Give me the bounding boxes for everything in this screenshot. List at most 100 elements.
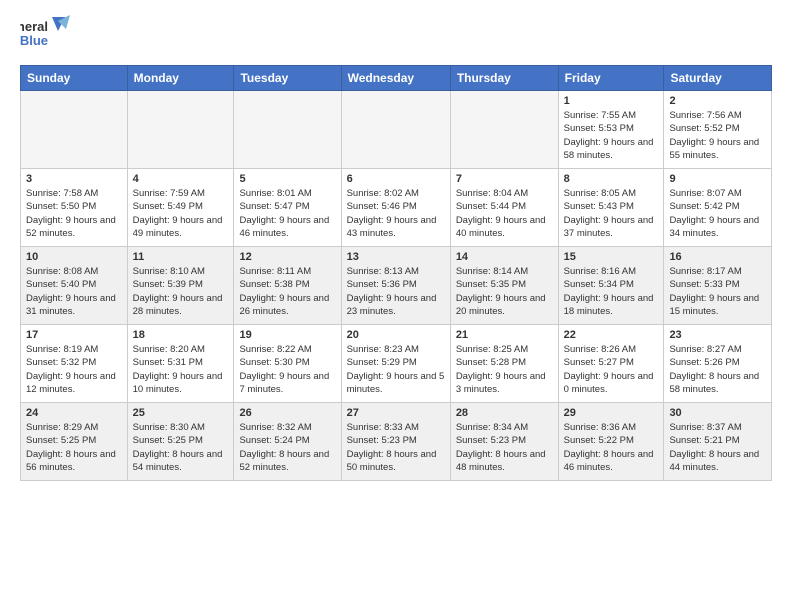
day-number: 27 [347, 407, 445, 419]
day-info: Sunrise: 8:08 AM Sunset: 5:40 PM Dayligh… [26, 265, 122, 318]
day-number: 21 [456, 329, 553, 341]
day-number: 22 [564, 329, 659, 341]
day-number: 5 [239, 173, 335, 185]
day-number: 13 [347, 251, 445, 263]
week-row-3: 10 Sunrise: 8:08 AM Sunset: 5:40 PM Dayli… [21, 247, 772, 325]
day-number: 26 [239, 407, 335, 419]
calendar-cell: 24 Sunrise: 8:29 AM Sunset: 5:25 PM Dayli… [21, 403, 128, 481]
day-info: Sunrise: 7:58 AM Sunset: 5:50 PM Dayligh… [26, 187, 122, 240]
day-info: Sunrise: 8:04 AM Sunset: 5:44 PM Dayligh… [456, 187, 553, 240]
day-number: 10 [26, 251, 122, 263]
day-number: 17 [26, 329, 122, 341]
calendar-cell: 29 Sunrise: 8:36 AM Sunset: 5:22 PM Dayli… [558, 403, 664, 481]
calendar-cell: 11Sunrise: 8:10 AM Sunset: 5:39 PM Dayli… [127, 247, 234, 325]
header: General Blue [20, 15, 772, 53]
weekday-header-monday: Monday [127, 66, 234, 91]
calendar-cell: 28 Sunrise: 8:34 AM Sunset: 5:23 PM Dayli… [450, 403, 558, 481]
day-info: Sunrise: 8:26 AM Sunset: 5:27 PM Dayligh… [564, 343, 659, 396]
weekday-header-friday: Friday [558, 66, 664, 91]
calendar-cell: 12Sunrise: 8:11 AM Sunset: 5:38 PM Dayli… [234, 247, 341, 325]
calendar-cell: 6 Sunrise: 8:02 AM Sunset: 5:46 PM Daylig… [341, 169, 450, 247]
day-info: Sunrise: 8:02 AM Sunset: 5:46 PM Dayligh… [347, 187, 445, 240]
day-number: 25 [133, 407, 229, 419]
calendar-cell: 2Sunrise: 7:56 AM Sunset: 5:52 PM Daylig… [664, 91, 772, 169]
day-info: Sunrise: 8:37 AM Sunset: 5:21 PM Dayligh… [669, 421, 766, 474]
day-info: Sunrise: 8:13 AM Sunset: 5:36 PM Dayligh… [347, 265, 445, 318]
day-info: Sunrise: 8:14 AM Sunset: 5:35 PM Dayligh… [456, 265, 553, 318]
calendar-cell [234, 91, 341, 169]
calendar-cell: 18Sunrise: 8:20 AM Sunset: 5:31 PM Dayli… [127, 325, 234, 403]
day-info: Sunrise: 7:59 AM Sunset: 5:49 PM Dayligh… [133, 187, 229, 240]
week-row-4: 17 Sunrise: 8:19 AM Sunset: 5:32 PM Dayli… [21, 325, 772, 403]
day-number: 14 [456, 251, 553, 263]
week-row-2: 3 Sunrise: 7:58 AM Sunset: 5:50 PM Daylig… [21, 169, 772, 247]
day-number: 15 [564, 251, 659, 263]
day-info: Sunrise: 8:36 AM Sunset: 5:22 PM Dayligh… [564, 421, 659, 474]
calendar-cell: 20 Sunrise: 8:23 AM Sunset: 5:29 PM Dayli… [341, 325, 450, 403]
day-info: Sunrise: 8:07 AM Sunset: 5:42 PM Dayligh… [669, 187, 766, 240]
page: General Blue SundayMondayTuesdayWednesda… [0, 0, 792, 612]
day-info: Sunrise: 8:23 AM Sunset: 5:29 PM Dayligh… [347, 343, 445, 396]
day-number: 9 [669, 173, 766, 185]
weekday-header-tuesday: Tuesday [234, 66, 341, 91]
logo-svg: General Blue [20, 15, 75, 53]
day-number: 28 [456, 407, 553, 419]
day-number: 16 [669, 251, 766, 263]
calendar-cell: 27 Sunrise: 8:33 AM Sunset: 5:23 PM Dayli… [341, 403, 450, 481]
weekday-header-sunday: Sunday [21, 66, 128, 91]
day-info: Sunrise: 8:32 AM Sunset: 5:24 PM Dayligh… [239, 421, 335, 474]
calendar-cell: 21 Sunrise: 8:25 AM Sunset: 5:28 PM Dayli… [450, 325, 558, 403]
day-number: 23 [669, 329, 766, 341]
day-number: 12 [239, 251, 335, 263]
calendar-cell: 3 Sunrise: 7:58 AM Sunset: 5:50 PM Daylig… [21, 169, 128, 247]
day-number: 20 [347, 329, 445, 341]
calendar-table: SundayMondayTuesdayWednesdayThursdayFrid… [20, 65, 772, 481]
day-info: Sunrise: 8:10 AM Sunset: 5:39 PM Dayligh… [133, 265, 229, 318]
calendar-cell [127, 91, 234, 169]
calendar-cell: 19 Sunrise: 8:22 AM Sunset: 5:30 PM Dayli… [234, 325, 341, 403]
calendar-cell: 7Sunrise: 8:04 AM Sunset: 5:44 PM Daylig… [450, 169, 558, 247]
calendar-cell [341, 91, 450, 169]
day-number: 29 [564, 407, 659, 419]
day-info: Sunrise: 8:05 AM Sunset: 5:43 PM Dayligh… [564, 187, 659, 240]
calendar-cell: 1 Sunrise: 7:55 AM Sunset: 5:53 PM Daylig… [558, 91, 664, 169]
calendar-cell: 26 Sunrise: 8:32 AM Sunset: 5:24 PM Dayli… [234, 403, 341, 481]
day-info: Sunrise: 8:30 AM Sunset: 5:25 PM Dayligh… [133, 421, 229, 474]
calendar-cell [21, 91, 128, 169]
calendar-cell: 9 Sunrise: 8:07 AM Sunset: 5:42 PM Daylig… [664, 169, 772, 247]
week-row-1: 1 Sunrise: 7:55 AM Sunset: 5:53 PM Daylig… [21, 91, 772, 169]
calendar-cell: 14 Sunrise: 8:14 AM Sunset: 5:35 PM Dayli… [450, 247, 558, 325]
calendar-cell: 30 Sunrise: 8:37 AM Sunset: 5:21 PM Dayli… [664, 403, 772, 481]
calendar-cell: 25 Sunrise: 8:30 AM Sunset: 5:25 PM Dayli… [127, 403, 234, 481]
calendar-cell: 8 Sunrise: 8:05 AM Sunset: 5:43 PM Daylig… [558, 169, 664, 247]
day-number: 8 [564, 173, 659, 185]
day-number: 3 [26, 173, 122, 185]
calendar-cell: 22 Sunrise: 8:26 AM Sunset: 5:27 PM Dayli… [558, 325, 664, 403]
day-info: Sunrise: 8:01 AM Sunset: 5:47 PM Dayligh… [239, 187, 335, 240]
day-info: Sunrise: 8:19 AM Sunset: 5:32 PM Dayligh… [26, 343, 122, 396]
calendar-cell: 15 Sunrise: 8:16 AM Sunset: 5:34 PM Dayli… [558, 247, 664, 325]
day-info: Sunrise: 8:27 AM Sunset: 5:26 PM Dayligh… [669, 343, 766, 396]
day-number: 6 [347, 173, 445, 185]
day-number: 19 [239, 329, 335, 341]
weekday-header-thursday: Thursday [450, 66, 558, 91]
day-info: Sunrise: 8:29 AM Sunset: 5:25 PM Dayligh… [26, 421, 122, 474]
weekday-header-wednesday: Wednesday [341, 66, 450, 91]
day-number: 24 [26, 407, 122, 419]
day-info: Sunrise: 8:17 AM Sunset: 5:33 PM Dayligh… [669, 265, 766, 318]
day-number: 30 [669, 407, 766, 419]
day-info: Sunrise: 8:16 AM Sunset: 5:34 PM Dayligh… [564, 265, 659, 318]
calendar-cell: 10 Sunrise: 8:08 AM Sunset: 5:40 PM Dayli… [21, 247, 128, 325]
calendar-cell: 23 Sunrise: 8:27 AM Sunset: 5:26 PM Dayli… [664, 325, 772, 403]
week-row-5: 24 Sunrise: 8:29 AM Sunset: 5:25 PM Dayli… [21, 403, 772, 481]
day-info: Sunrise: 8:25 AM Sunset: 5:28 PM Dayligh… [456, 343, 553, 396]
calendar-cell: 16 Sunrise: 8:17 AM Sunset: 5:33 PM Dayli… [664, 247, 772, 325]
day-info: Sunrise: 7:56 AM Sunset: 5:52 PM Dayligh… [669, 109, 766, 162]
weekday-header-saturday: Saturday [664, 66, 772, 91]
day-info: Sunrise: 8:22 AM Sunset: 5:30 PM Dayligh… [239, 343, 335, 396]
day-info: Sunrise: 7:55 AM Sunset: 5:53 PM Dayligh… [564, 109, 659, 162]
day-info: Sunrise: 8:33 AM Sunset: 5:23 PM Dayligh… [347, 421, 445, 474]
calendar-cell: 5 Sunrise: 8:01 AM Sunset: 5:47 PM Daylig… [234, 169, 341, 247]
day-info: Sunrise: 8:34 AM Sunset: 5:23 PM Dayligh… [456, 421, 553, 474]
day-number: 1 [564, 95, 659, 107]
